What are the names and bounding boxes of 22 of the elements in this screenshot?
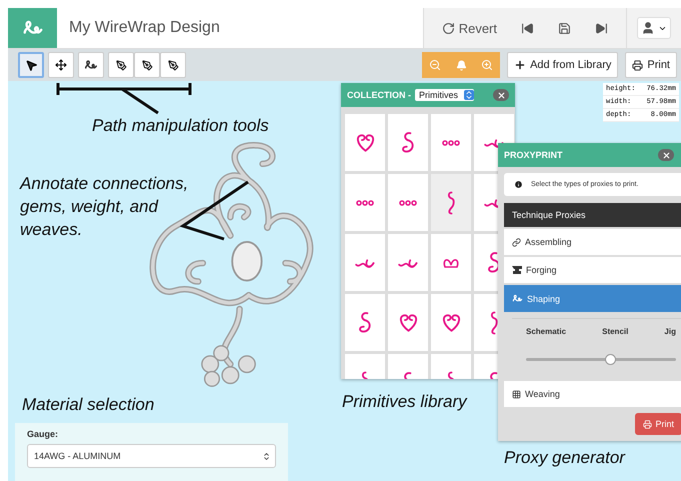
annotation-text: Primitives library — [342, 391, 467, 413]
annotation-text: Proxy generator — [504, 447, 625, 469]
print-button[interactable]: Print — [625, 52, 677, 78]
gauge-label: Gauge: — [27, 429, 60, 439]
collection-select[interactable]: Primitives — [415, 89, 474, 101]
design-title: My WireWrap Design — [68, 18, 221, 38]
proxy-type-item[interactable]: Assembling — [504, 229, 681, 255]
add-from-library-button[interactable]: Add from Library — [507, 52, 618, 78]
gauge-select[interactable]: 14AWG - ALUMINUM — [27, 444, 276, 468]
slider-label: Jig — [664, 327, 676, 336]
panel-title: PROXYPRINT — [504, 150, 563, 160]
annotation-text: Annotate connections, gems, weight, and weaves. — [20, 173, 190, 241]
section-header: Technique Proxies — [504, 203, 681, 227]
proxy-type-item[interactable]: Forging — [504, 257, 681, 283]
annotation-text: Path manipulation tools — [92, 115, 269, 137]
slider-label: Stencil — [602, 327, 628, 336]
slider-label: Schematic — [526, 327, 566, 336]
annotation-text: Material selection — [22, 394, 154, 416]
panel-title: COLLECTION - — [347, 90, 411, 100]
proxy-type-item[interactable]: Weaving — [504, 381, 681, 407]
print-button[interactable]: Print — [635, 413, 681, 435]
proxy-type-item[interactable]: Shaping — [504, 285, 681, 312]
